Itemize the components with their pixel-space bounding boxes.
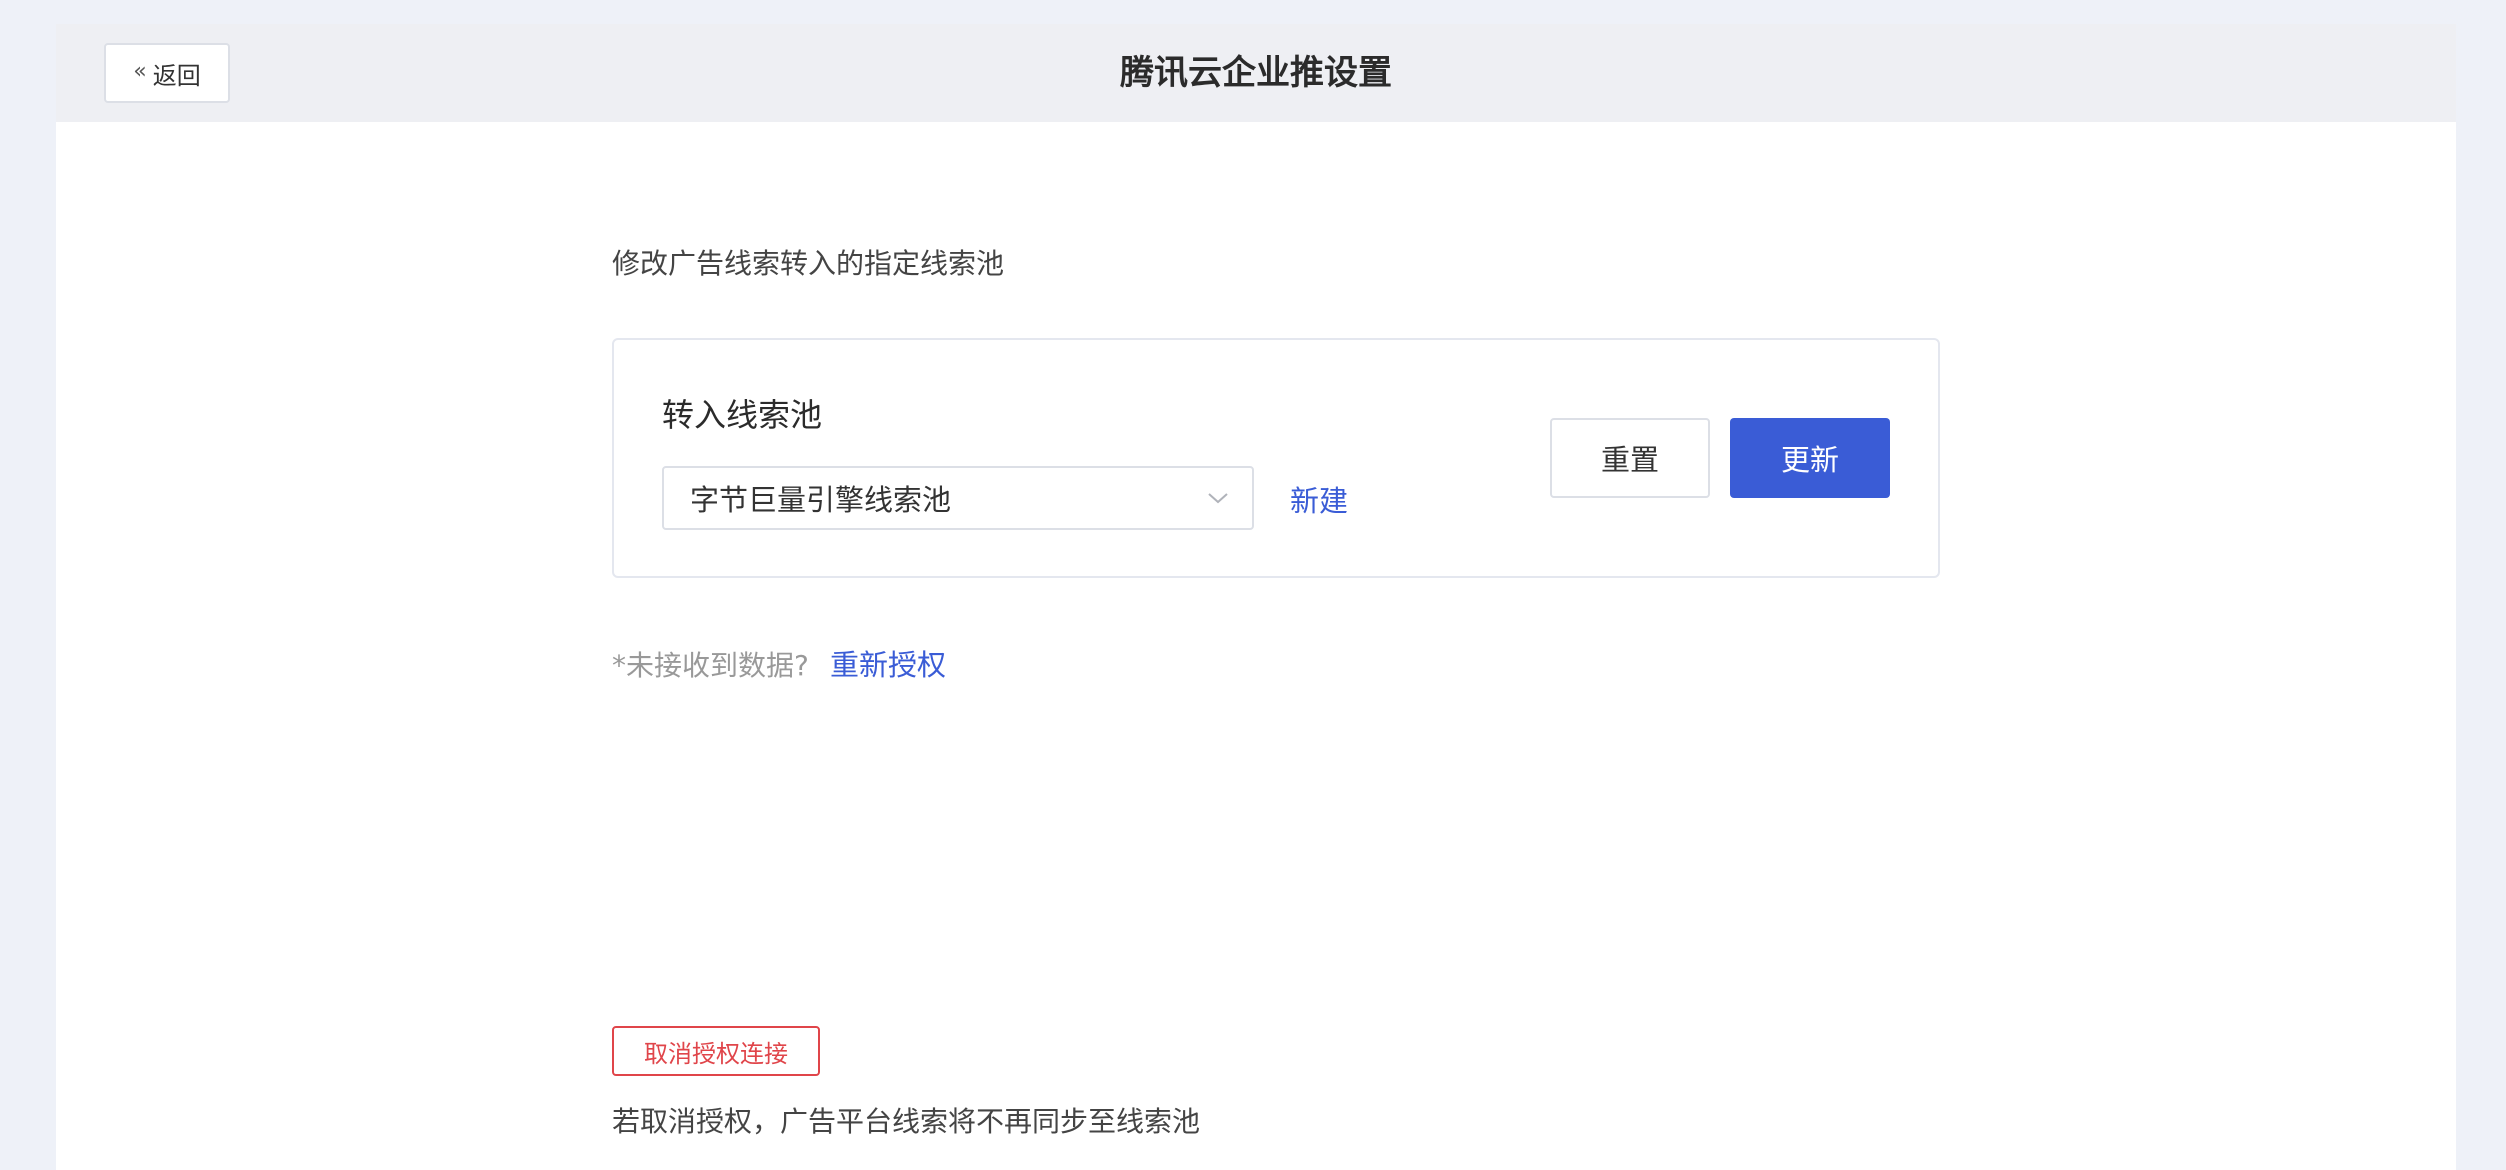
pool-select[interactable]: 字节巨量引擎线索池 xyxy=(662,466,1254,530)
back-button-label: 返回 xyxy=(152,61,201,90)
pool-select-value: 字节巨量引擎线索池 xyxy=(690,483,952,517)
pool-card: 转入线索池 字节巨量引擎线索池 新建 重置 更新 xyxy=(612,338,1940,578)
reauthorize-link[interactable]: 重新授权 xyxy=(830,642,946,684)
revoke-authorization-button[interactable]: 取消授权连接 xyxy=(612,1026,820,1076)
settings-panel: 腾讯云企业推设置 « 返回 修改广告线索转入的指定线索池 转入线索池 字节巨量引… xyxy=(56,24,2456,1170)
reset-button[interactable]: 重置 xyxy=(1550,418,1710,498)
update-button[interactable]: 更新 xyxy=(1730,418,1890,498)
page-title: 腾讯云企业推设置 xyxy=(1120,53,1392,93)
no-data-hint: *未接收到数据? xyxy=(612,649,809,682)
double-chevron-left-icon: « xyxy=(133,59,147,84)
section-subtitle: 修改广告线索转入的指定线索池 xyxy=(612,247,1005,280)
back-button[interactable]: « 返回 xyxy=(104,43,230,103)
revoke-note: 若取消授权，广告平台线索将不再同步至线索池 xyxy=(612,1105,1201,1138)
top-bar: 腾讯云企业推设置 « 返回 xyxy=(56,24,2456,122)
chevron-down-icon xyxy=(1208,493,1228,504)
pool-label: 转入线索池 xyxy=(662,396,823,434)
new-pool-link[interactable]: 新建 xyxy=(1290,478,1348,520)
